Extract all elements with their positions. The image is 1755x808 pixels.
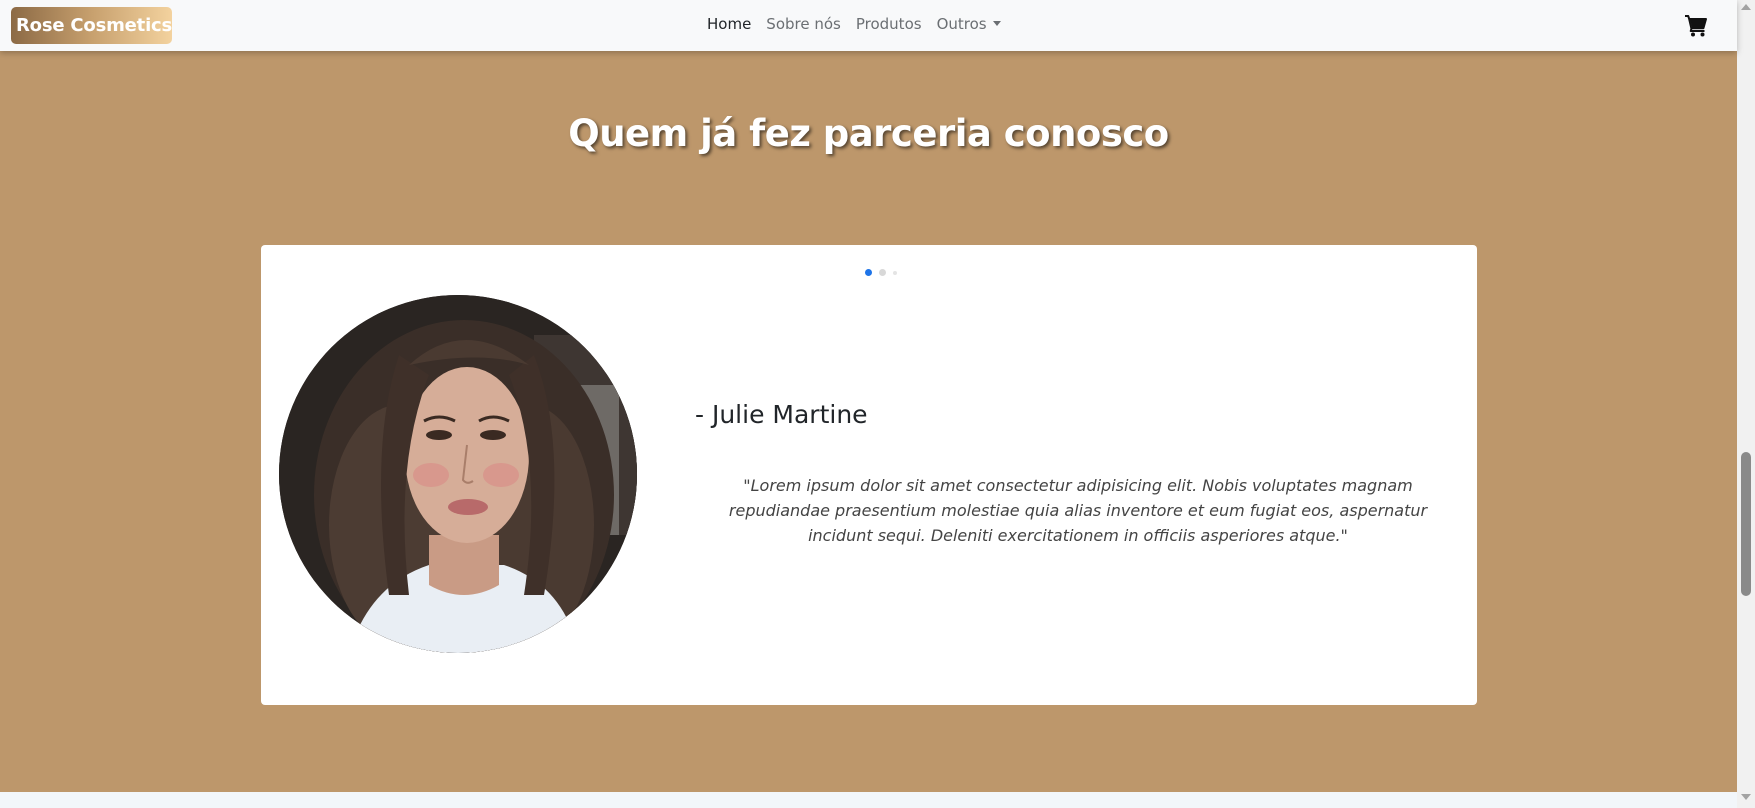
carousel-indicator-1[interactable]	[865, 269, 872, 276]
scrollbar-thumb[interactable]	[1741, 452, 1751, 596]
nav-link-sobre-nos[interactable]: Sobre nós	[766, 15, 841, 33]
page-scrollbar[interactable]	[1737, 0, 1755, 808]
nav-dropdown-outros-label: Outros	[936, 15, 987, 33]
scroll-down-icon[interactable]	[1741, 794, 1751, 800]
testimonial-avatar	[279, 295, 637, 653]
nav-link-home[interactable]: Home	[707, 15, 751, 33]
carousel-indicator-2[interactable]	[879, 269, 886, 276]
section-title: Quem já fez parceria conosco	[568, 112, 1169, 155]
carousel-indicators	[865, 269, 897, 276]
testimonial-name: - Julie Martine	[695, 400, 868, 429]
nav-link-produtos[interactable]: Produtos	[856, 15, 922, 33]
next-section-edge	[0, 792, 1737, 808]
scroll-up-icon[interactable]	[1741, 4, 1751, 10]
nav-dropdown-outros[interactable]: Outros	[937, 15, 1001, 33]
testimonial-carousel: - Julie Martine "Lorem ipsum dolor sit a…	[261, 245, 1477, 705]
nav-links: Home Sobre nós Produtos Outros	[707, 15, 1001, 33]
testimonial-quote: "Lorem ipsum dolor sit amet consectetur …	[728, 476, 1428, 545]
brand-logo[interactable]: Rose Cosmetics	[11, 7, 172, 44]
navbar: Rose Cosmetics Home Sobre nós Produtos O…	[0, 0, 1737, 51]
shopping-cart-icon[interactable]	[1684, 14, 1708, 38]
caret-down-icon	[992, 21, 1001, 26]
carousel-indicator-3[interactable]	[893, 270, 897, 275]
